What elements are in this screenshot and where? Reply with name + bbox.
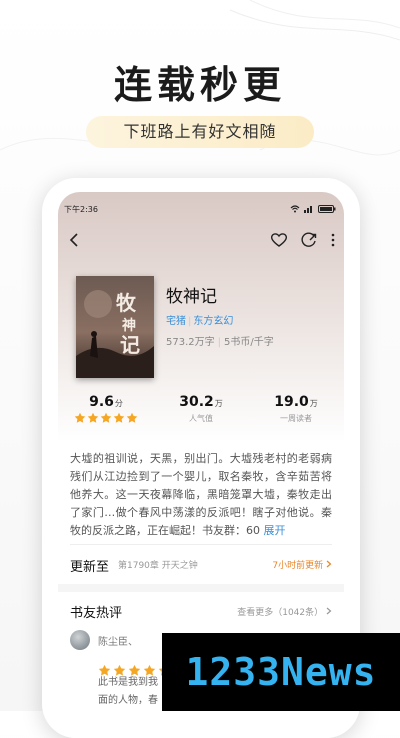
update-chapter: 第1790章 开天之钟	[118, 561, 198, 571]
stat-rating: 9.6分	[58, 394, 154, 424]
popularity-label: 人气值	[189, 414, 213, 423]
share-icon[interactable]	[300, 232, 318, 248]
status-icons	[290, 205, 336, 213]
weekly-readers-value: 19.0	[274, 394, 309, 410]
section-gap	[58, 584, 344, 592]
more-vertical-icon[interactable]	[330, 232, 336, 248]
back-button[interactable]	[68, 232, 80, 252]
book-tags: 宅猪 | 东方玄幻	[166, 312, 233, 327]
avatar[interactable]	[70, 630, 90, 650]
star-icon	[74, 412, 86, 423]
reviews-header: 书友热评 查看更多（1042条）	[70, 602, 332, 622]
promo-headline: 连载秒更	[113, 63, 286, 107]
toolbar-actions	[270, 232, 336, 248]
star-icon	[113, 412, 125, 423]
update-label: 更新至	[70, 560, 110, 575]
status-time: 下午2:36	[64, 205, 98, 214]
star-icon	[100, 412, 112, 423]
stat-weekly-readers: 19.0万 一周读者	[248, 394, 344, 424]
status-bar: 下午2:36	[64, 204, 336, 218]
divider	[70, 544, 332, 545]
latest-update-row[interactable]: 更新至 第1790章 开天之钟 7小时前更新	[70, 556, 332, 576]
expand-link[interactable]: 展开	[264, 524, 286, 537]
weekly-readers-unit: 万	[309, 399, 318, 408]
svg-text:牧: 牧	[116, 291, 137, 315]
wifi-icon	[290, 205, 300, 213]
rating-stars	[58, 412, 154, 424]
popularity-unit: 万	[214, 399, 223, 408]
book-title: 牧神记	[166, 287, 217, 307]
svg-text:记: 记	[120, 333, 140, 357]
chevron-right-icon	[326, 560, 332, 568]
weekly-readers-label: 一周读者	[280, 414, 312, 423]
watermark-logo: 1233News	[162, 633, 400, 711]
heart-icon[interactable]	[270, 232, 288, 248]
book-stats: 9.6分 30.2万 人气值 19.0万 一周读者	[58, 394, 344, 444]
rating-unit: 分	[114, 399, 123, 408]
book-price: 5书币/千字	[224, 337, 274, 348]
star-icon	[87, 412, 99, 423]
reviews-title: 书友热评	[70, 606, 123, 621]
book-author-link[interactable]: 宅猪	[166, 316, 186, 327]
book-meta: 573.2万字 | 5书币/千字	[166, 333, 274, 348]
promo-subheadline: 下班路上有好文相随	[86, 116, 314, 148]
battery-icon	[318, 205, 336, 213]
star-icon	[126, 412, 138, 423]
book-description: 大墟的祖训说，天黑，别出门。大墟残老村的老弱病残们从江边捡到了一个婴儿，取名秦牧…	[70, 450, 332, 540]
tag-separator: |	[188, 316, 192, 327]
description-text: 大墟的祖训说，天黑，别出门。大墟残老村的老弱病残们从江边捡到了一个婴儿，取名秦牧…	[70, 452, 332, 537]
book-category-link[interactable]: 东方玄幻	[193, 316, 233, 327]
reviews-more-text: 查看更多（1042条）	[237, 608, 324, 618]
popularity-value: 30.2	[179, 394, 214, 410]
reviewer-name[interactable]: 陈尘臣、	[98, 633, 138, 648]
update-time-text: 7小时前更新	[272, 561, 324, 571]
stat-popularity: 30.2万 人气值	[153, 394, 249, 424]
meta-separator: |	[217, 337, 222, 348]
chevron-right-icon	[326, 607, 332, 615]
back-arrow-icon	[69, 233, 78, 247]
book-word-count: 573.2万字	[166, 337, 215, 348]
book-cover[interactable]: 牧 神 记	[76, 276, 154, 378]
top-toolbar	[58, 230, 344, 254]
update-time: 7小时前更新	[272, 558, 332, 571]
rating-value: 9.6	[89, 394, 114, 410]
reviews-more-link[interactable]: 查看更多（1042条）	[237, 605, 332, 618]
svg-text:神: 神	[122, 317, 136, 334]
book-cover-art: 牧 神 记	[76, 276, 154, 378]
signal-icon	[304, 206, 312, 213]
